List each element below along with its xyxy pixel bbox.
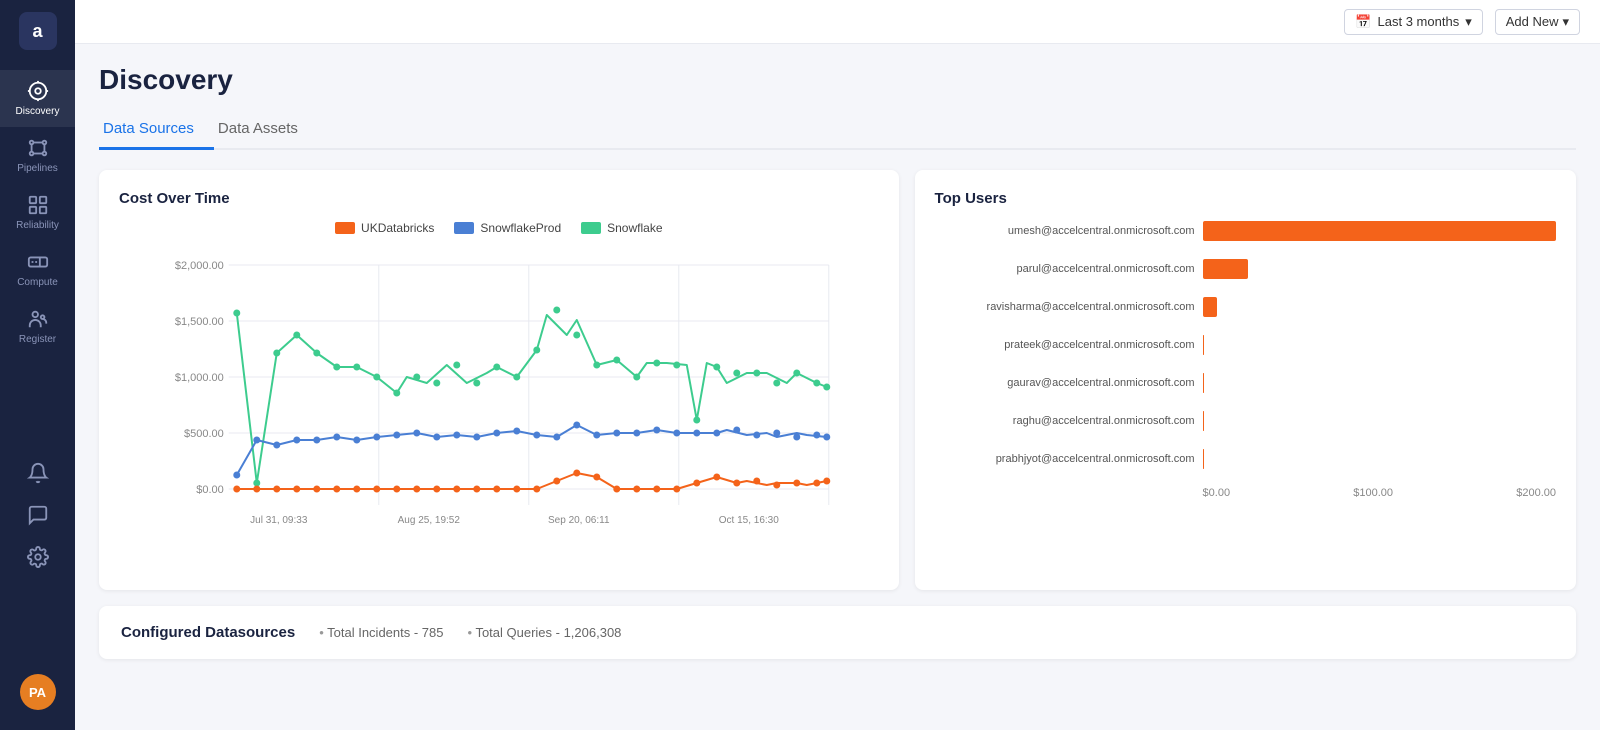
svg-text:$2,000.00: $2,000.00 <box>175 260 224 272</box>
user-row: prabhjyot@accelcentral.onmicrosoft.com <box>935 449 1556 469</box>
cost-over-time-card: Cost Over Time UKDatabricks SnowflakePro… <box>99 170 899 590</box>
x-label-2: $200.00 <box>1516 487 1556 499</box>
chevron-down-icon: ▾ <box>1562 14 1569 30</box>
configured-title: Configured Datasources <box>121 624 295 641</box>
add-new-label: Add New <box>1506 14 1559 29</box>
cost-line-chart: $2,000.00 $1,500.00 $1,000.00 $500.00 $0… <box>119 245 879 565</box>
sidebar-item-pipelines-label: Pipelines <box>17 163 58 174</box>
sidebar: a Discovery Pipelines Reliability Comput… <box>0 0 75 730</box>
legend-label-snowflake: Snowflake <box>607 221 662 235</box>
chart-legend: UKDatabricks SnowflakeProd Snowflake <box>119 221 879 235</box>
user-row: gaurav@accelcentral.onmicrosoft.com <box>935 373 1556 393</box>
user-bar <box>1203 335 1205 355</box>
legend-uk-databricks: UKDatabricks <box>335 221 434 235</box>
user-bar-container <box>1203 259 1556 279</box>
user-bar-container <box>1203 411 1556 431</box>
total-incidents-stat: Total Incidents - 785 <box>319 625 443 640</box>
date-filter[interactable]: 📅 Last 3 months ▾ <box>1344 9 1482 35</box>
sidebar-item-pipelines[interactable]: Pipelines <box>0 127 75 184</box>
tab-data-sources[interactable]: Data Sources <box>99 112 214 150</box>
x-label-0: $0.00 <box>1203 487 1231 499</box>
avatar[interactable]: PA <box>20 674 56 710</box>
tab-data-assets[interactable]: Data Assets <box>214 112 318 150</box>
sidebar-item-compute[interactable]: Compute <box>0 241 75 298</box>
cost-chart-title: Cost Over Time <box>119 190 879 207</box>
legend-color-uk-databricks <box>335 222 355 234</box>
user-bar-container <box>1203 449 1556 469</box>
add-new-button[interactable]: Add New ▾ <box>1495 9 1580 35</box>
legend-label-snowflake-prod: SnowflakeProd <box>480 221 561 235</box>
legend-snowflake: Snowflake <box>581 221 662 235</box>
legend-snowflake-prod: SnowflakeProd <box>454 221 561 235</box>
x-label-1: $100.00 <box>1353 487 1393 499</box>
page-title: Discovery <box>99 64 1576 96</box>
topbar: 📅 Last 3 months ▾ Add New ▾ <box>75 0 1600 44</box>
svg-text:Aug 25, 19:52: Aug 25, 19:52 <box>398 515 461 526</box>
user-row: prateek@accelcentral.onmicrosoft.com <box>935 335 1556 355</box>
user-email: ravisharma@accelcentral.onmicrosoft.com <box>935 301 1195 313</box>
user-row: parul@accelcentral.onmicrosoft.com <box>935 259 1556 279</box>
user-email: prabhjyot@accelcentral.onmicrosoft.com <box>935 453 1195 465</box>
calendar-icon: 📅 <box>1355 14 1371 30</box>
svg-text:$500.00: $500.00 <box>184 428 224 440</box>
user-email: parul@accelcentral.onmicrosoft.com <box>935 263 1195 275</box>
x-axis-labels: $0.00 $100.00 $200.00 <box>935 487 1556 499</box>
sidebar-item-settings[interactable] <box>0 536 75 578</box>
svg-text:Oct 15, 16:30: Oct 15, 16:30 <box>719 515 779 526</box>
user-email: raghu@accelcentral.onmicrosoft.com <box>935 415 1195 427</box>
sidebar-item-alerts[interactable] <box>0 452 75 494</box>
sidebar-item-reliability-label: Reliability <box>16 220 59 231</box>
user-email: umesh@accelcentral.onmicrosoft.com <box>935 225 1195 237</box>
main-content: 📅 Last 3 months ▾ Add New ▾ Discovery Da… <box>75 0 1600 730</box>
user-bar <box>1203 221 1556 241</box>
sidebar-item-discovery-label: Discovery <box>16 106 60 117</box>
user-bar-container <box>1203 335 1556 355</box>
svg-text:$0.00: $0.00 <box>196 484 224 496</box>
sidebar-item-register[interactable]: Register <box>0 298 75 355</box>
user-bar <box>1203 297 1217 317</box>
user-row: umesh@accelcentral.onmicrosoft.com <box>935 221 1556 241</box>
svg-text:Jul 31, 09:33: Jul 31, 09:33 <box>250 515 308 526</box>
sidebar-item-compute-label: Compute <box>17 277 58 288</box>
svg-text:Sep 20, 06:11: Sep 20, 06:11 <box>548 515 610 526</box>
date-filter-label: Last 3 months <box>1378 14 1460 29</box>
tabs: Data Sources Data Assets <box>99 112 1576 150</box>
app-logo[interactable]: a <box>19 12 57 50</box>
top-users-card: Top Users umesh@accelcentral.onmicrosoft… <box>915 170 1576 590</box>
user-bar <box>1203 373 1204 393</box>
user-bar <box>1203 259 1249 279</box>
configured-datasources-bar: Configured Datasources Total Incidents -… <box>99 606 1576 659</box>
sidebar-item-register-label: Register <box>19 334 56 345</box>
top-users-chart: umesh@accelcentral.onmicrosoft.com parul… <box>935 221 1556 499</box>
user-bar-container <box>1203 221 1556 241</box>
page: Discovery Data Sources Data Assets Cost … <box>75 44 1600 730</box>
total-queries-stat: Total Queries - 1,206,308 <box>468 625 622 640</box>
user-row: ravisharma@accelcentral.onmicrosoft.com <box>935 297 1556 317</box>
legend-color-snowflake-prod <box>454 222 474 234</box>
user-bar-container <box>1203 373 1556 393</box>
legend-color-snowflake <box>581 222 601 234</box>
svg-text:$1,000.00: $1,000.00 <box>175 372 224 384</box>
user-bar <box>1203 449 1204 469</box>
legend-label-uk-databricks: UKDatabricks <box>361 221 434 235</box>
user-bar <box>1203 411 1204 431</box>
user-email: gaurav@accelcentral.onmicrosoft.com <box>935 377 1195 389</box>
sidebar-item-reliability[interactable]: Reliability <box>0 184 75 241</box>
sidebar-item-messages[interactable] <box>0 494 75 536</box>
chevron-down-icon: ▾ <box>1465 14 1472 30</box>
svg-text:$1,500.00: $1,500.00 <box>175 316 224 328</box>
user-bar-container <box>1203 297 1556 317</box>
top-users-title: Top Users <box>935 190 1556 207</box>
sidebar-item-discovery[interactable]: Discovery <box>0 70 75 127</box>
charts-row: Cost Over Time UKDatabricks SnowflakePro… <box>99 170 1576 590</box>
user-email: prateek@accelcentral.onmicrosoft.com <box>935 339 1195 351</box>
user-row: raghu@accelcentral.onmicrosoft.com <box>935 411 1556 431</box>
